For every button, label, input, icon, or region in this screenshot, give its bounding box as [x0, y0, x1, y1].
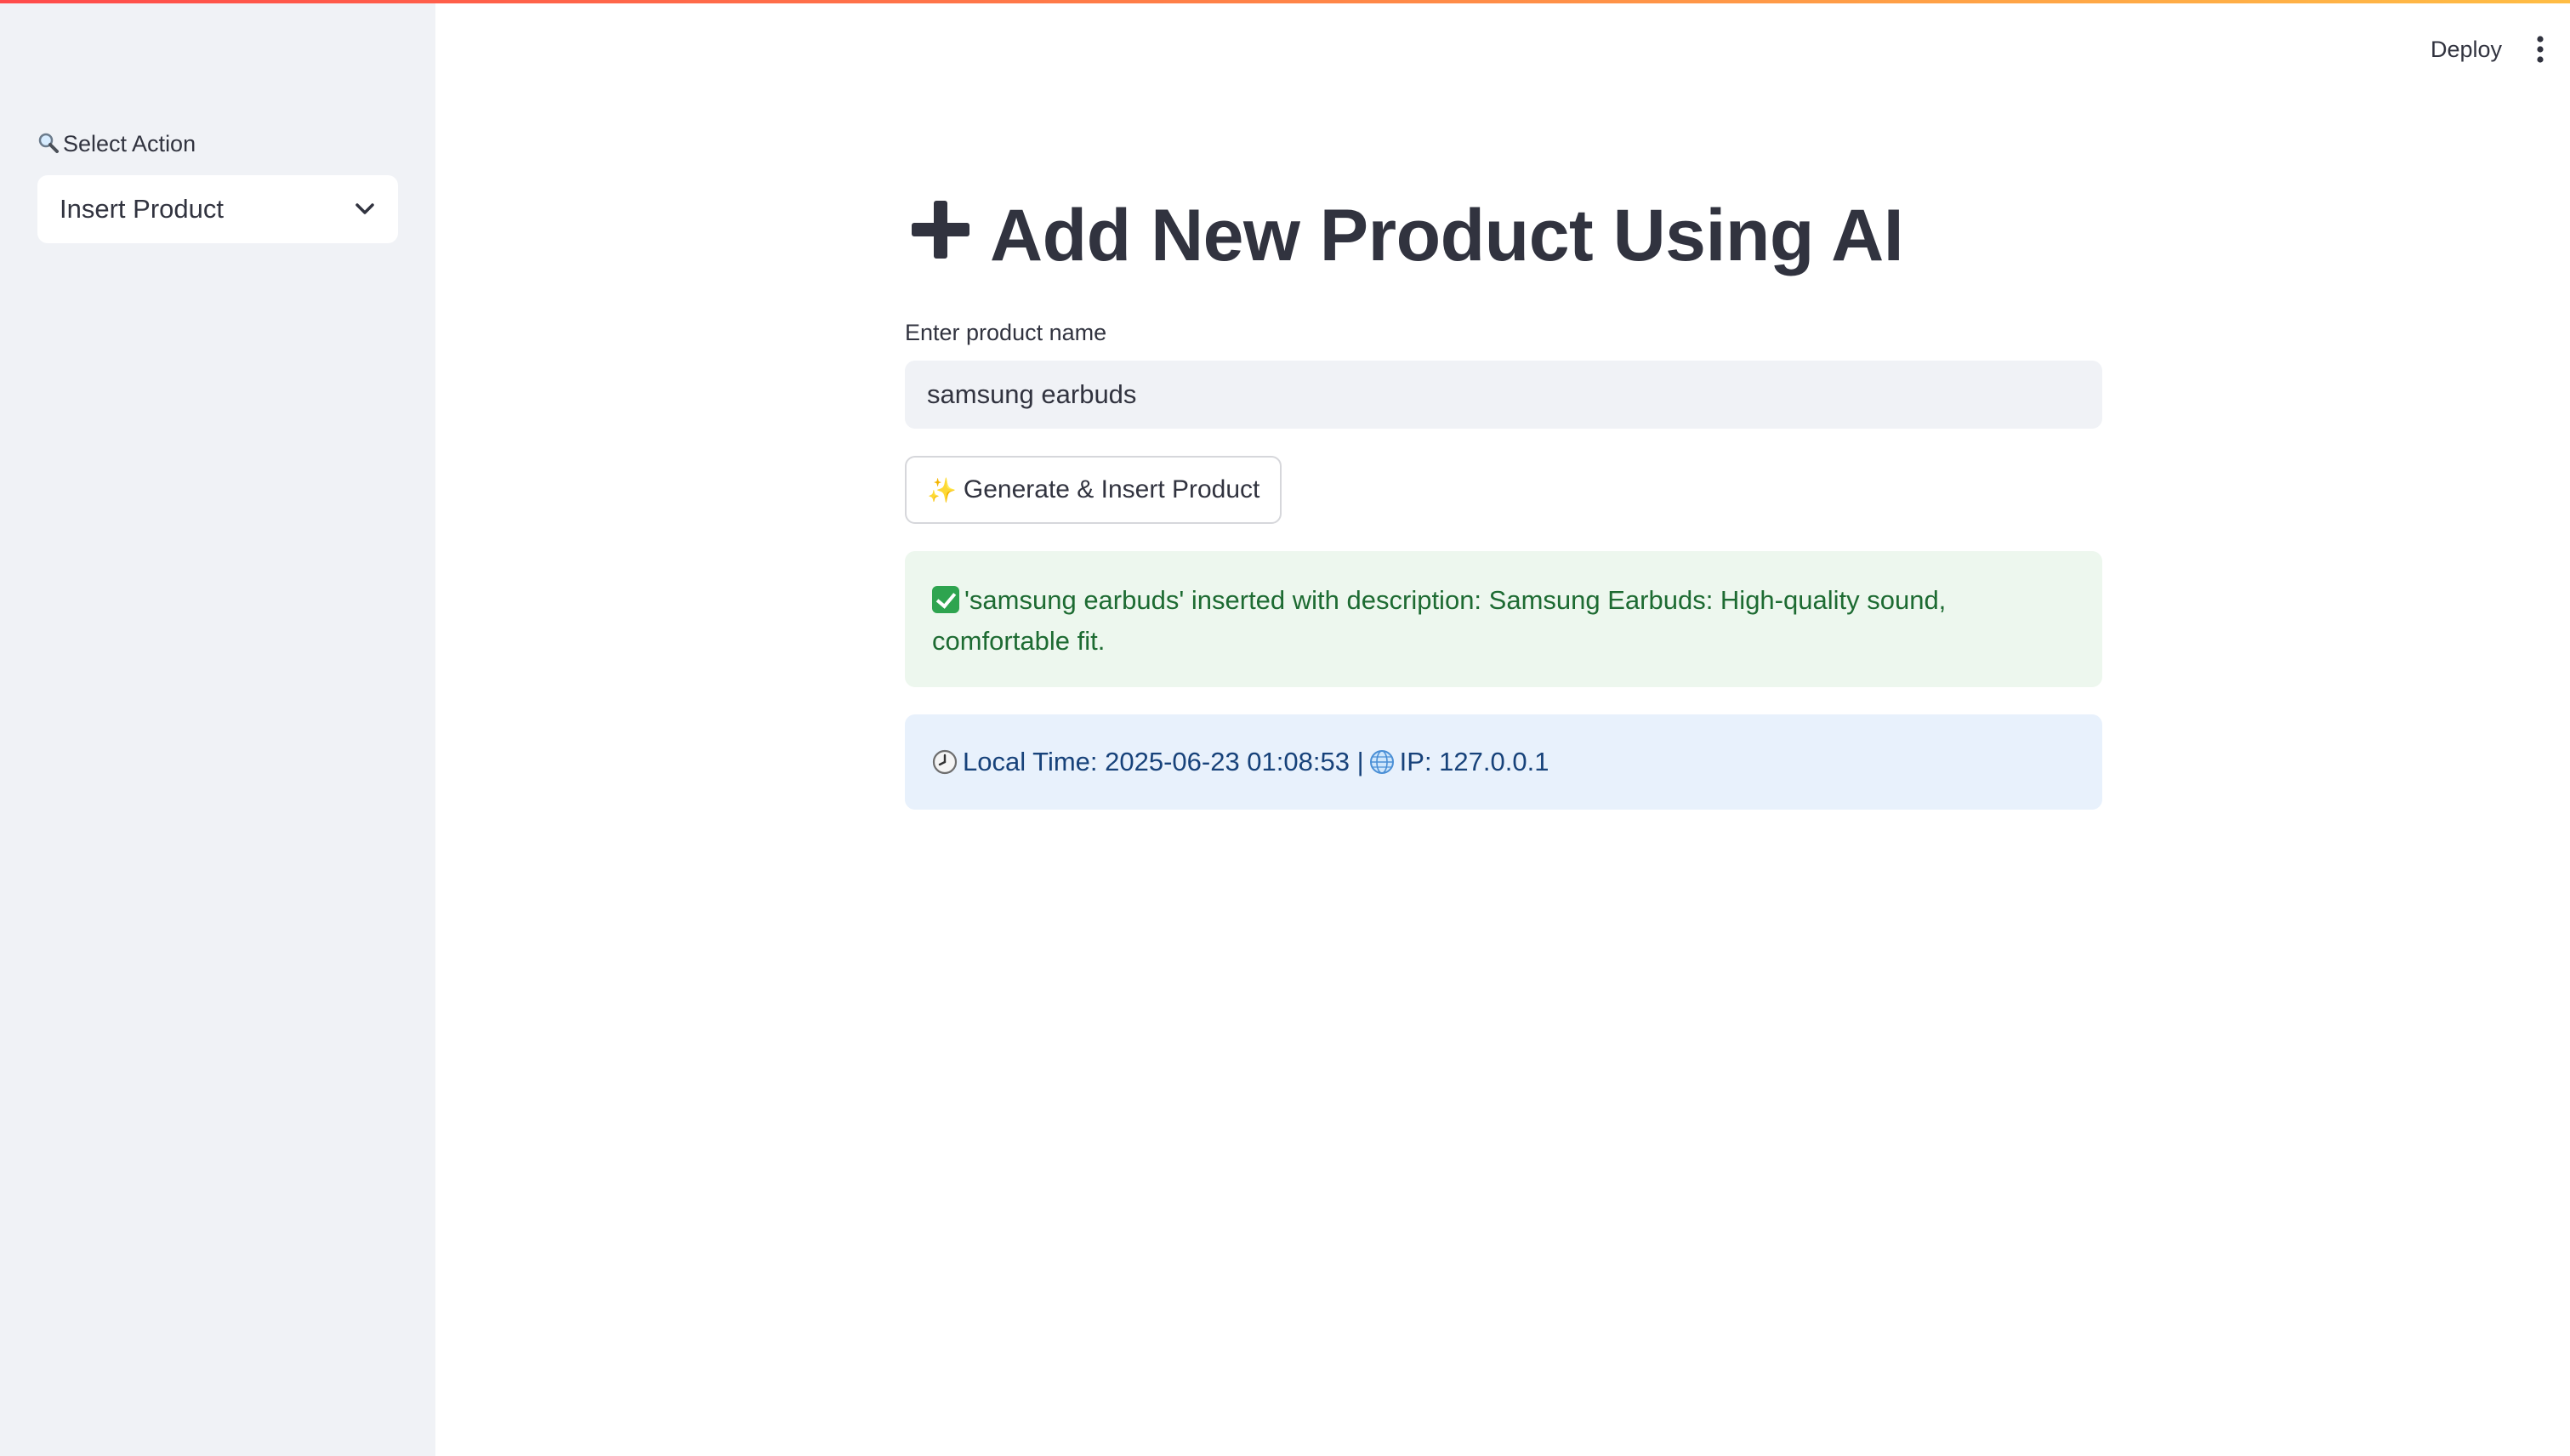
info-alert: Local Time: 2025-06-23 01:08:53 | IP: 12… [905, 714, 2102, 810]
generate-insert-button-label: Generate & Insert Product [963, 475, 1260, 503]
action-select[interactable]: Insert Product [37, 175, 398, 243]
sparkles-icon: ✨ [927, 476, 957, 503]
deploy-button[interactable]: Deploy [2431, 37, 2502, 63]
success-message: 'samsung earbuds' inserted with descript… [932, 585, 1947, 656]
plus-icon [910, 194, 971, 278]
local-time-text: Local Time: 2025-06-23 01:08:53 | [963, 747, 1364, 776]
ip-text: IP: 127.0.0.1 [1399, 747, 1549, 776]
action-select-value: Insert Product [60, 194, 224, 224]
sidebar: Select Action Insert Product [0, 0, 435, 1456]
select-action-label-text: Select Action [63, 131, 196, 156]
chevron-down-icon[interactable] [355, 203, 374, 215]
select-action-label: Select Action [37, 131, 196, 157]
vertical-dots-icon[interactable] [2536, 36, 2544, 63]
header-toolbar: Deploy [2431, 24, 2544, 75]
page-title: Add New Product Using AI [910, 194, 1904, 278]
top-accent-bar [0, 0, 2570, 3]
success-alert: 'samsung earbuds' inserted with descript… [905, 551, 2102, 687]
generate-insert-button[interactable]: ✨ Generate & Insert Product [905, 456, 1282, 524]
page-title-text: Add New Product Using AI [990, 195, 1904, 276]
product-name-label: Enter product name [905, 320, 1107, 345]
check-box-icon [932, 586, 959, 613]
product-name-input[interactable] [905, 361, 2102, 429]
globe-icon [1369, 749, 1395, 775]
clock-icon [932, 749, 958, 775]
magnifier-icon [37, 132, 60, 157]
